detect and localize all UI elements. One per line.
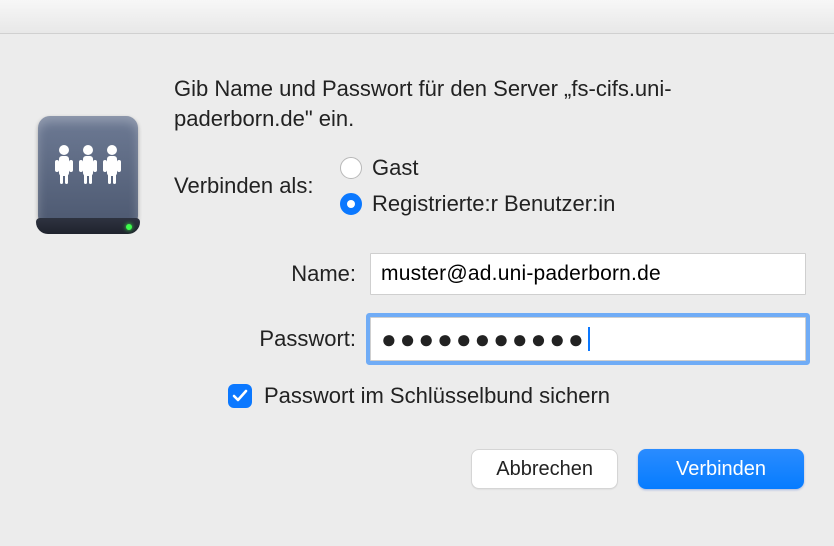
remember-label: Passwort im Schlüsselbund sichern [264,383,610,409]
prompt-text: Gib Name und Passwort für den Server „fs… [174,74,806,133]
password-dots: ●●●●●●●●●●● [381,326,587,352]
dialog-body: Gib Name und Passwort für den Server „fs… [0,34,834,513]
radio-registered-label: Registrierte:r Benutzer:in [372,191,615,217]
radio-guest[interactable]: Gast [340,155,615,181]
file-server-icon [34,112,142,236]
window-titlebar [0,0,834,34]
radio-button-icon [340,193,362,215]
cancel-button[interactable]: Abbrechen [471,449,618,489]
remember-checkbox[interactable] [228,384,252,408]
password-input[interactable]: ●●●●●●●●●●● [370,317,806,361]
radio-button-icon [340,157,362,179]
name-label: Name: [174,261,370,287]
password-label: Passwort: [174,326,370,352]
check-icon [231,387,249,405]
connect-button[interactable]: Verbinden [638,449,804,489]
name-input[interactable] [370,253,806,295]
text-cursor [588,327,590,351]
radio-registered-user[interactable]: Registrierte:r Benutzer:in [340,191,615,217]
radio-guest-label: Gast [372,155,418,181]
connect-as-label: Verbinden als: [174,173,340,199]
